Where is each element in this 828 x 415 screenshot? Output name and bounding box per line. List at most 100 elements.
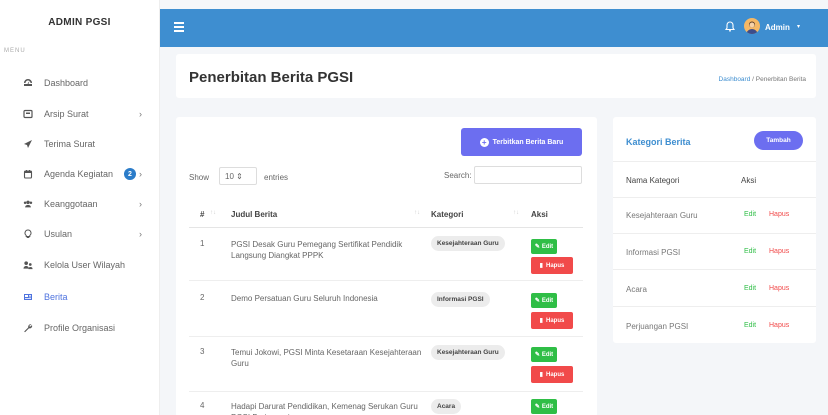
row-number: 4 (200, 401, 205, 410)
delete-category-link[interactable]: Hapus (769, 285, 789, 292)
column-header-title[interactable]: Judul Berita (231, 210, 277, 219)
category-name: Kesejahteraan Guru (626, 211, 698, 220)
edit-category-link[interactable]: Edit (744, 285, 756, 292)
news-title: Temui Jokowi, PGSI Minta Kesetaraan Kese… (231, 348, 422, 368)
sidebar-item-label: Kelola User Wilayah (44, 260, 126, 270)
column-header-no[interactable]: # (200, 210, 204, 219)
search-input[interactable] (474, 166, 582, 184)
row-number: 1 (200, 239, 205, 248)
avatar[interactable] (744, 18, 760, 34)
newspaper-icon (23, 292, 33, 302)
trash-icon: ▮ (539, 372, 543, 378)
column-header-action: Aksi (531, 210, 548, 219)
caret-down-icon[interactable]: ▾ (797, 23, 800, 30)
delete-category-link[interactable]: Hapus (769, 322, 789, 329)
dashboard-icon (23, 78, 33, 88)
column-header-category[interactable]: Kategori (431, 210, 463, 219)
breadcrumb-current: Penerbitan Berita (755, 76, 806, 83)
page-header: Penerbitan Berita PGSI Dashboard / Pener… (176, 54, 816, 98)
card-divider (613, 197, 816, 198)
sidebar-item-kelola-user-wilayah[interactable]: Kelola User Wilayah (0, 250, 160, 280)
card-divider (613, 161, 816, 162)
sort-icon[interactable]: ↑↓ (414, 210, 420, 216)
sidebar-item-berita[interactable]: Berita (0, 282, 160, 312)
chevron-right-icon: › (139, 169, 142, 179)
sidebar-item-usulan[interactable]: Usulan › (0, 219, 160, 249)
row-divider (613, 306, 816, 307)
sort-icon[interactable]: ↑↓ (210, 210, 216, 216)
column-header-category-action: Aksi (741, 176, 757, 185)
category-badge: Kesejahteraan Guru (431, 345, 505, 360)
row-number: 3 (200, 347, 205, 356)
header-divider (189, 227, 583, 228)
edit-icon: ✎ (534, 352, 540, 358)
category-badge: Kesejahteraan Guru (431, 236, 505, 251)
menu-label: MENU (4, 48, 26, 54)
trash-icon: ▮ (539, 318, 543, 324)
delete-button[interactable]: ▮ Hapus (531, 366, 573, 383)
row-divider (613, 233, 816, 234)
send-icon (23, 139, 33, 149)
row-divider (189, 336, 583, 337)
row-divider (613, 269, 816, 270)
archive-icon (23, 109, 33, 119)
sidebar-item-terima-surat[interactable]: Terima Surat (0, 129, 160, 159)
user-group-icon (23, 260, 33, 270)
sidebar: ADMIN PGSI MENU Dashboard Arsip Surat › … (0, 0, 160, 415)
trash-icon: ▮ (539, 263, 543, 269)
edit-button[interactable]: ✎ Edit (531, 347, 557, 362)
edit-category-link[interactable]: Edit (744, 322, 756, 329)
calendar-icon (23, 169, 33, 179)
edit-icon: ✎ (534, 244, 540, 250)
sidebar-item-profile-organisasi[interactable]: Profile Organisasi (0, 313, 160, 343)
sidebar-item-arsip-surat[interactable]: Arsip Surat › (0, 99, 160, 129)
category-card-title: Kategori Berita (626, 137, 691, 147)
publish-news-button[interactable]: + Terbitkan Berita Baru (461, 128, 582, 156)
news-title: Demo Persatuan Guru Seluruh Indonesia (231, 294, 378, 303)
plus-circle-icon: + (479, 137, 489, 147)
edit-category-link[interactable]: Edit (744, 211, 756, 218)
delete-button[interactable]: ▮ Hapus (531, 312, 573, 329)
add-category-button[interactable]: Tambah (754, 131, 803, 150)
bell-icon[interactable] (724, 21, 736, 34)
entries-select[interactable]: 10 ⇕ (219, 167, 257, 185)
row-number: 2 (200, 293, 205, 302)
sort-icon[interactable]: ↑↓ (513, 210, 519, 216)
sidebar-item-label: Profile Organisasi (44, 323, 116, 333)
breadcrumb-home-link[interactable]: Dashboard (719, 76, 751, 83)
sidebar-item-dashboard[interactable]: Dashboard (0, 68, 160, 98)
category-card: Kategori Berita Tambah Nama Kategori Aks… (613, 117, 816, 343)
sidebar-item-label: Agenda Kegiatan (44, 169, 114, 179)
edit-label: Edit (541, 297, 554, 304)
category-name: Acara (626, 285, 647, 294)
delete-label: Hapus (545, 371, 565, 378)
edit-button[interactable]: ✎ Edit (531, 239, 557, 254)
edit-category-link[interactable]: Edit (744, 248, 756, 255)
edit-icon: ✎ (534, 298, 540, 304)
count-badge: 2 (124, 168, 136, 180)
delete-button[interactable]: ▮ Hapus (531, 257, 573, 274)
edit-label: Edit (541, 403, 554, 410)
chevron-right-icon: › (139, 199, 142, 209)
category-badge: Informasi PGSI (431, 292, 490, 307)
row-divider (189, 280, 583, 281)
hamburger-icon[interactable] (174, 22, 184, 32)
delete-category-link[interactable]: Hapus (769, 248, 789, 255)
show-label: Show (189, 173, 210, 182)
brand-title: ADMIN PGSI (48, 16, 111, 28)
sidebar-item-label: Keanggotaan (44, 199, 98, 209)
news-title: Hadapi Darurat Pendidikan, Kemenag Seruk… (231, 402, 418, 415)
edit-button[interactable]: ✎ Edit (531, 399, 557, 414)
sidebar-item-keanggotaan[interactable]: Keanggotaan › (0, 189, 160, 219)
category-badge: Acara (431, 399, 462, 414)
row-divider (189, 391, 583, 392)
edit-label: Edit (541, 243, 554, 250)
user-name[interactable]: Admin (765, 23, 790, 32)
bulb-icon (23, 229, 33, 239)
delete-label: Hapus (545, 262, 565, 269)
entries-label: entries (264, 173, 289, 182)
edit-button[interactable]: ✎ Edit (531, 293, 557, 308)
sidebar-item-agenda-kegiatan[interactable]: Agenda Kegiatan 2 › (0, 159, 160, 189)
news-table-card: + Terbitkan Berita Baru Show 10 ⇕ entrie… (176, 117, 597, 415)
delete-category-link[interactable]: Hapus (769, 211, 789, 218)
